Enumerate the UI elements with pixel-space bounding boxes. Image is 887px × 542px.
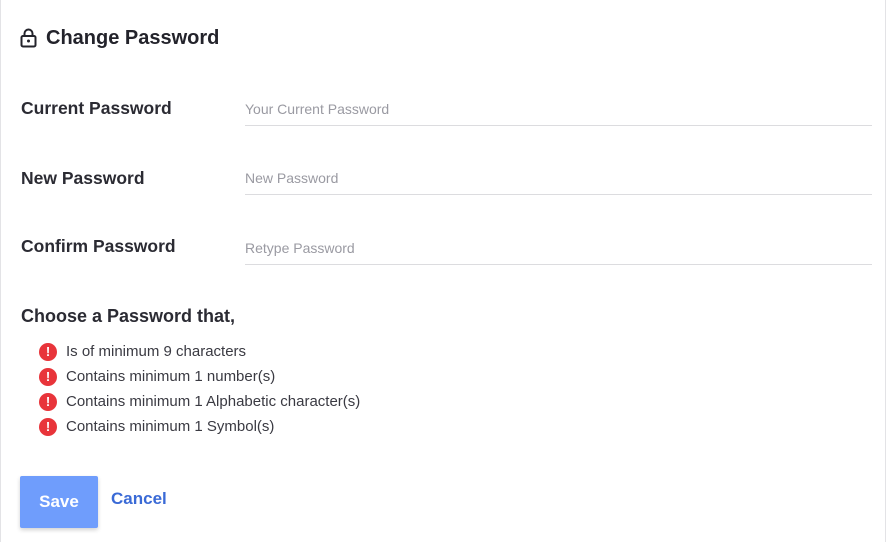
lock-icon: [20, 28, 37, 48]
password-rule-text: Contains minimum 1 number(s): [66, 368, 276, 385]
change-password-panel: Change Password Current Password New Pas…: [0, 0, 886, 542]
password-rule-text: Is of minimum 9 characters: [66, 343, 247, 360]
password-rules-list: ! Is of minimum 9 characters ! Contains …: [39, 339, 360, 439]
confirm-password-input[interactable]: [245, 231, 872, 265]
password-rule-text: Contains minimum 1 Alphabetic character(…: [66, 393, 361, 410]
cancel-button[interactable]: Cancel: [111, 489, 167, 509]
password-rules-heading: Choose a Password that,: [21, 306, 236, 326]
alert-icon: !: [39, 367, 57, 386]
password-rule: ! Is of minimum 9 characters: [39, 339, 360, 364]
password-rule: ! Contains minimum 1 number(s): [39, 364, 360, 389]
page-title: Change Password: [20, 25, 219, 51]
new-password-input[interactable]: [245, 161, 872, 195]
current-password-label: Current Password: [21, 98, 172, 118]
alert-icon: !: [39, 392, 57, 411]
confirm-password-label: Confirm Password: [21, 236, 176, 256]
password-rule: ! Contains minimum 1 Alphabetic characte…: [39, 389, 360, 414]
alert-icon: !: [39, 342, 57, 361]
password-rule: ! Contains minimum 1 Symbol(s): [39, 414, 360, 439]
alert-icon: !: [39, 417, 57, 436]
page-title-text: Change Password: [46, 26, 220, 49]
save-button[interactable]: Save: [20, 476, 98, 528]
new-password-label: New Password: [21, 168, 145, 188]
password-rule-text: Contains minimum 1 Symbol(s): [66, 418, 275, 435]
current-password-input[interactable]: [245, 92, 872, 126]
